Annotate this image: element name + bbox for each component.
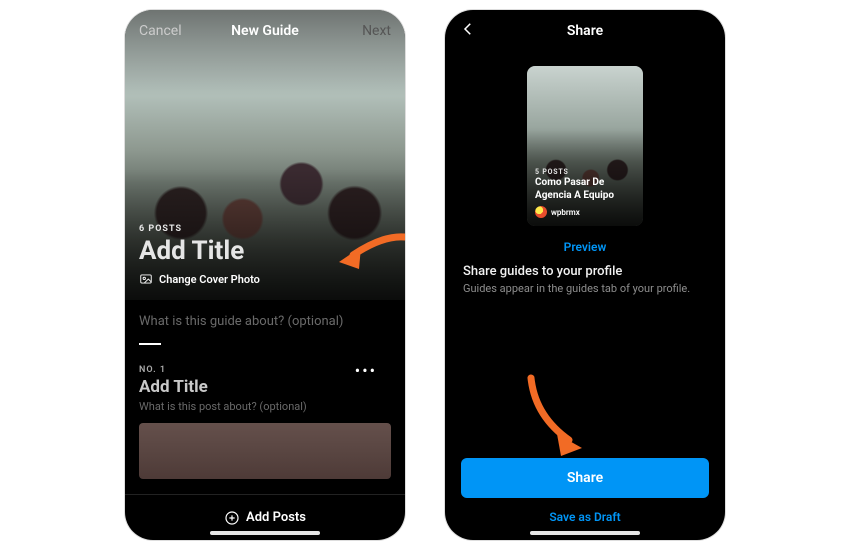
divider: [139, 343, 161, 345]
post-more-button[interactable]: •••: [355, 361, 377, 380]
navbar: Share: [445, 10, 725, 52]
guide-description-input[interactable]: What is this guide about? (optional): [139, 314, 391, 329]
avatar: [535, 206, 547, 218]
home-indicator: [530, 531, 640, 535]
post-index-label: NO. 1: [139, 365, 166, 375]
post-title-input[interactable]: Add Title: [139, 377, 391, 397]
home-indicator: [210, 531, 320, 535]
change-cover-label: Change Cover Photo: [159, 273, 260, 286]
cover-area: 6 POSTS Add Title Change Cover Photo: [125, 10, 405, 300]
add-posts-label: Add Posts: [246, 510, 306, 525]
cancel-button[interactable]: Cancel: [139, 23, 182, 39]
share-heading: Share guides to your profile: [463, 264, 707, 279]
preview-link[interactable]: Preview: [564, 240, 607, 254]
cta-area: Share Save as Draft: [445, 450, 725, 540]
navbar: Cancel New Guide Next: [125, 10, 405, 52]
save-as-draft-link[interactable]: Save as Draft: [461, 510, 709, 524]
share-button[interactable]: Share: [461, 458, 709, 498]
share-subheading: Guides appear in the guides tab of your …: [463, 282, 707, 295]
chevron-left-icon: [459, 20, 477, 38]
posts-count-label: 6 POSTS: [139, 224, 391, 234]
post-description-input[interactable]: What is this post about? (optional): [139, 400, 391, 413]
annotation-arrow: [517, 366, 607, 456]
guide-title-input[interactable]: Add Title: [139, 236, 391, 266]
image-icon: [139, 272, 153, 286]
next-button[interactable]: Next: [362, 23, 391, 39]
phone-new-guide: Cancel New Guide Next 6 POSTS Add Title …: [125, 10, 405, 540]
guide-body: What is this guide about? (optional) NO.…: [125, 300, 405, 494]
share-description: Share guides to your profile Guides appe…: [445, 264, 725, 295]
guide-preview-card[interactable]: 5 POSTS Como Pasar De Agencia A Equipo w…: [527, 66, 643, 226]
card-posts-count: 5 POSTS: [535, 168, 635, 176]
preview-area: 5 POSTS Como Pasar De Agencia A Equipo w…: [445, 52, 725, 264]
spacer: [445, 295, 725, 450]
card-title: Como Pasar De Agencia A Equipo: [535, 177, 635, 202]
phone-share: Share 5 POSTS Como Pasar De Agencia A Eq…: [445, 10, 725, 540]
post-block-1: NO. 1 ••• Add Title What is this post ab…: [139, 365, 391, 479]
username-label: wpbrmx: [551, 208, 580, 217]
plus-circle-icon: [224, 510, 240, 526]
card-author: wpbrmx: [535, 206, 635, 218]
post-thumbnail: [139, 423, 391, 479]
back-button[interactable]: [459, 20, 477, 42]
change-cover-button[interactable]: Change Cover Photo: [139, 272, 391, 286]
navbar-title: Share: [445, 23, 725, 39]
